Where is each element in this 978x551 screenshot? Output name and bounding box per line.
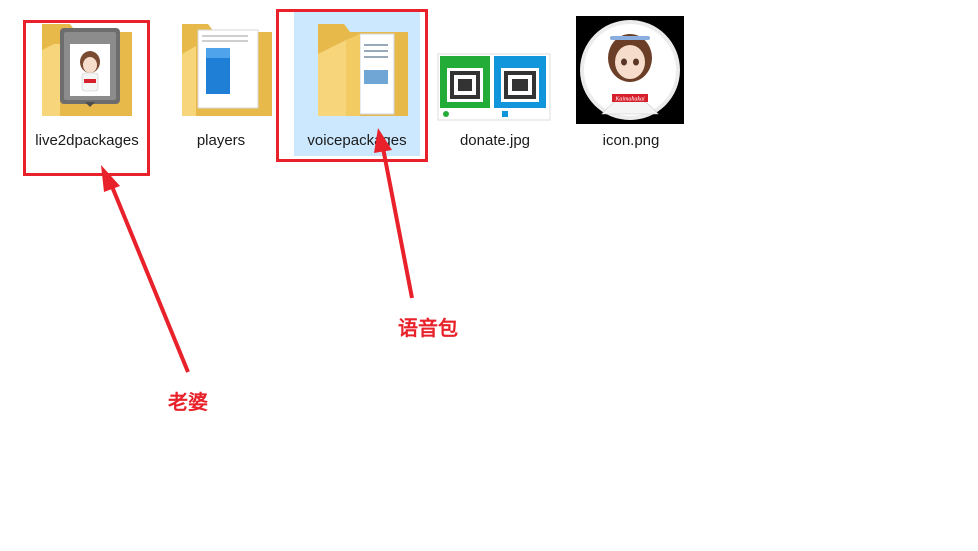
annotation-box-live2dpackages [23,20,150,176]
arrow-to-live2d [109,183,190,373]
file-label-icon: icon.png [602,132,660,149]
avatar-thumbnail-icon: Kaimahakai [576,16,684,124]
file-item-donate[interactable]: donate.jpg [432,10,558,156]
annotation-label-live2d: 老婆 [168,390,208,414]
file-label-players: players [196,132,246,149]
folder-players-icon [182,24,272,116]
file-item-icon[interactable]: Kaimahakai icon.png [568,10,694,156]
annotation-label-voice: 语音包 [398,316,458,340]
file-item-players[interactable]: players [158,10,284,156]
arrow-to-voice [381,147,414,299]
annotation-box-voicepackages [276,9,428,162]
file-label-donate: donate.jpg [459,132,531,149]
avatar-caption: Kaimahakai [614,97,645,103]
donate-thumbnail-icon [437,53,551,121]
